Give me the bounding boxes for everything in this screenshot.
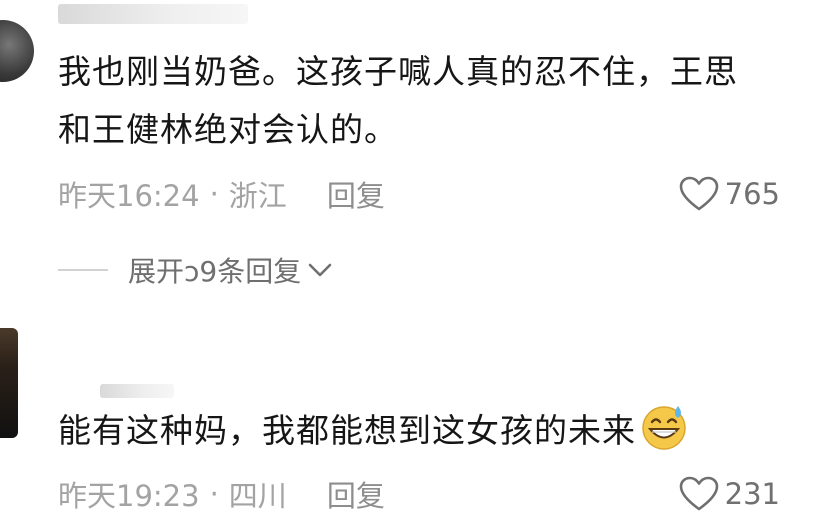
- grinning-sweat-emoji: [642, 406, 686, 450]
- meta-separator: ·: [209, 177, 219, 211]
- avatar[interactable]: [0, 328, 18, 438]
- divider-line: [58, 269, 108, 271]
- comment-text-line: 我也刚当奶爸。这孩子喊人真的忍不住，王思: [58, 52, 738, 91]
- comment-meta: 昨天16:24 · 浙江 回复 765: [58, 174, 780, 214]
- comment-time: 昨天16:24: [58, 179, 200, 213]
- heart-outline-icon: [679, 476, 718, 511]
- username-blurred[interactable]: [100, 384, 174, 398]
- like-button[interactable]: 765: [679, 176, 780, 212]
- expand-replies-button[interactable]: 展开ͻ9条回复: [58, 248, 333, 292]
- comment-text: 能有这种妈，我都能想到这女孩的未来: [58, 400, 820, 459]
- reply-button[interactable]: 回复: [327, 173, 385, 215]
- reply-button[interactable]: 回复: [327, 473, 385, 515]
- comment-text-line: 和王健林绝对会认的。: [58, 110, 398, 149]
- username-blurred[interactable]: [58, 4, 248, 24]
- like-count: 765: [724, 177, 780, 211]
- avatar[interactable]: [0, 20, 34, 82]
- comment-time: 昨天19:23: [58, 479, 200, 513]
- expand-replies-label: 展开ͻ9条回复: [128, 255, 302, 288]
- comment-meta: 昨天19:23 · 四川 回复 231: [58, 474, 780, 514]
- comment-location: 四川: [228, 479, 287, 513]
- like-count: 231: [724, 477, 780, 511]
- meta-separator: ·: [209, 477, 219, 511]
- like-button[interactable]: 231: [679, 476, 780, 512]
- comment-location: 浙江: [228, 179, 287, 213]
- heart-outline-icon: [679, 176, 718, 211]
- chevron-down-icon: [308, 263, 332, 277]
